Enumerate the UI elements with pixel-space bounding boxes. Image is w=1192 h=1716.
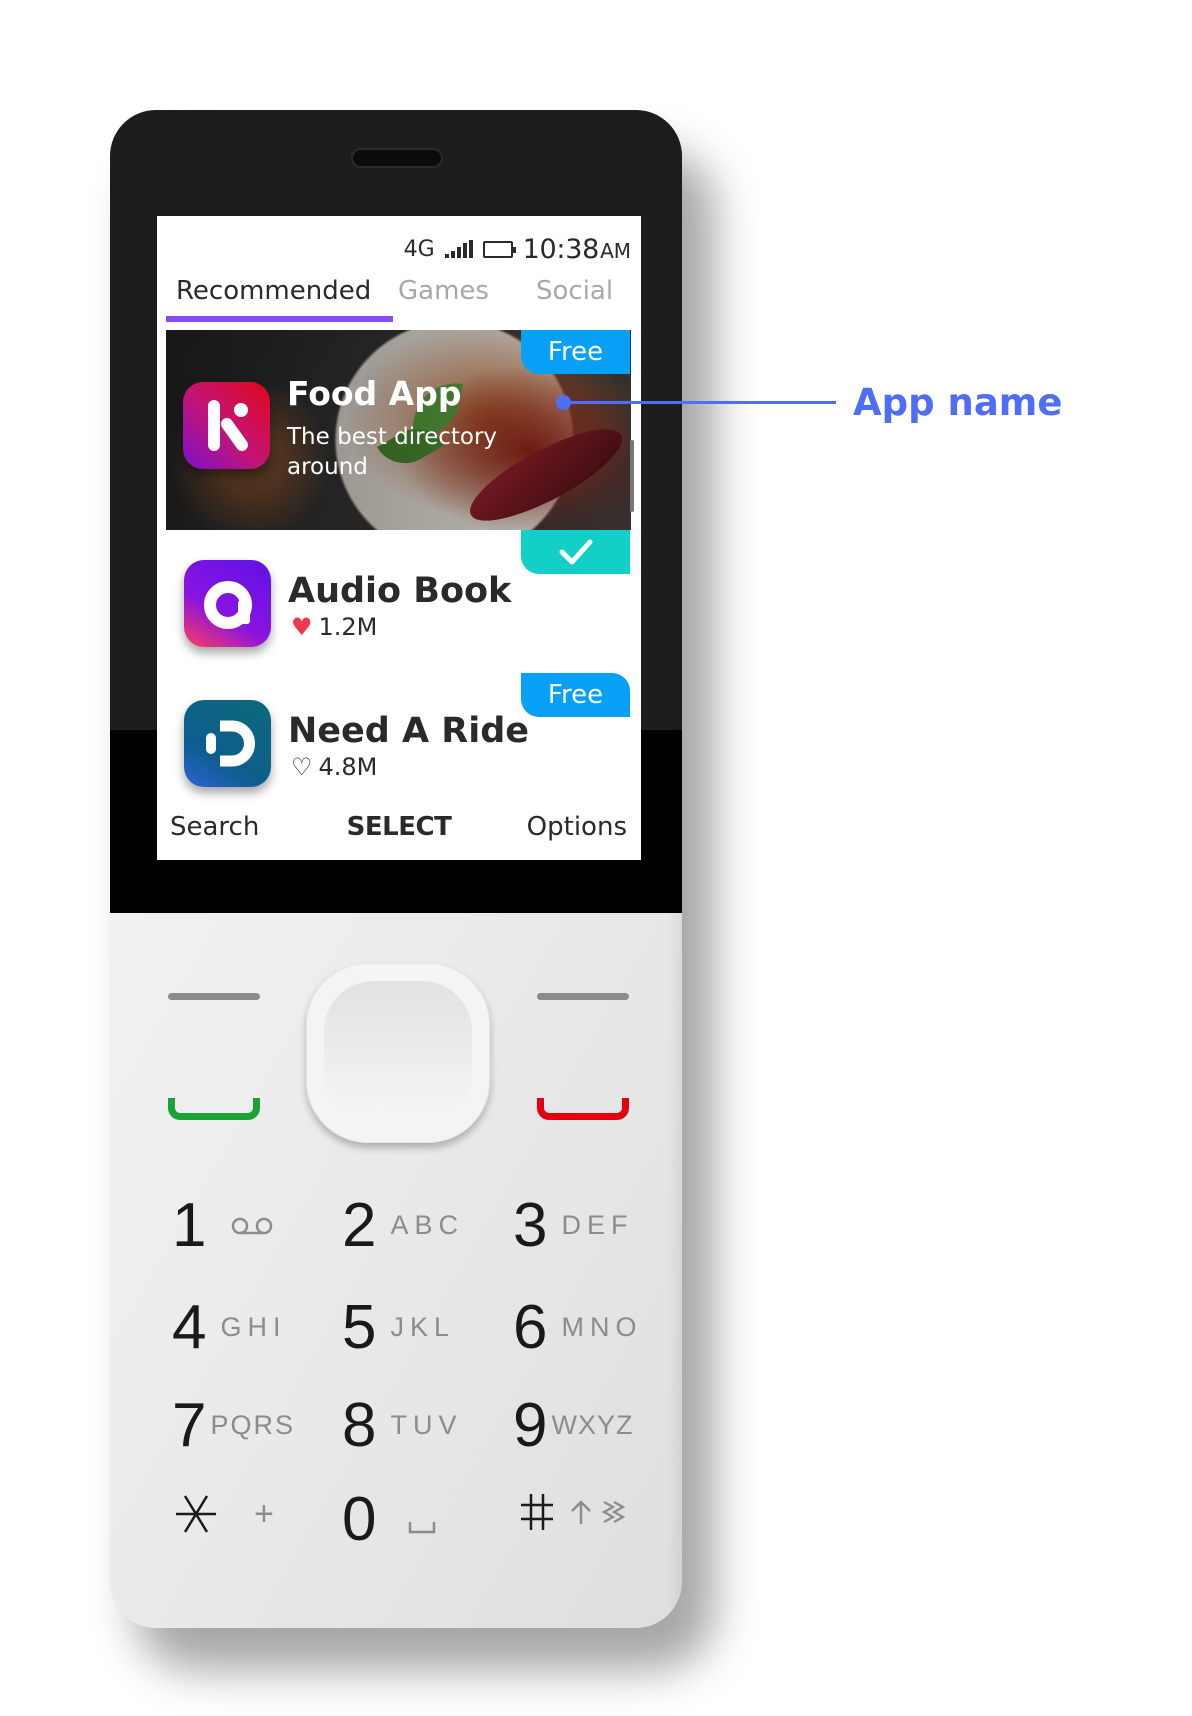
key-0[interactable]: 0 <box>342 1484 436 1555</box>
key-letters: GHI <box>220 1312 287 1342</box>
app-likes: ♥ 1.2M <box>291 613 377 641</box>
key-2[interactable]: 2 ABC <box>342 1190 464 1261</box>
hash-icon <box>521 1494 553 1530</box>
call-button[interactable] <box>168 1098 260 1120</box>
left-softkey-button[interactable] <box>168 993 260 1000</box>
key-digit: 3 <box>513 1191 548 1260</box>
key-star[interactable]: + <box>174 1492 280 1536</box>
key-digit: 2 <box>342 1191 377 1260</box>
key-letters: JKL <box>390 1312 456 1342</box>
input-mode-icon <box>601 1501 626 1523</box>
key-digit: 1 <box>172 1191 207 1260</box>
network-type: 4G <box>403 236 435 262</box>
softkey-bar: Search SELECT Options <box>157 812 641 852</box>
heart-filled-icon: ♥ <box>291 613 313 641</box>
feature-phone: 4G 10:38 AM Recommended Games Social Foo… <box>110 110 682 1628</box>
tab-games[interactable]: Games <box>398 276 489 306</box>
app-name: Audio Book <box>288 571 512 611</box>
key-digit: 9 <box>513 1391 548 1460</box>
shift-arrow-up-icon <box>571 1500 591 1524</box>
key-6[interactable]: 6 MNO <box>513 1292 642 1363</box>
app-likes: ♡ 4.8M <box>291 753 377 781</box>
key-letters: DEF <box>561 1210 634 1240</box>
key-digit: 0 <box>342 1485 377 1554</box>
key-8[interactable]: 8 TUV <box>342 1390 462 1461</box>
tab-recommended[interactable]: Recommended <box>176 276 371 306</box>
softkey-options[interactable]: Options <box>527 812 627 842</box>
key-letters: WXYZ <box>551 1410 634 1440</box>
key-hash[interactable] <box>519 1492 627 1532</box>
app-name: Need A Ride <box>288 711 530 751</box>
phone-screen: 4G 10:38 AM Recommended Games Social Foo… <box>157 216 641 860</box>
key-letters: PQRS <box>210 1410 296 1440</box>
need-a-ride-logo-icon <box>184 700 271 787</box>
key-digit: 5 <box>342 1293 377 1362</box>
featured-app-subtitle: The best directory around <box>287 424 498 480</box>
key-1[interactable]: 1 <box>172 1190 274 1261</box>
battery-full-icon <box>482 240 516 258</box>
audio-book-logo-icon <box>184 560 271 647</box>
likes-count: 4.8M <box>318 753 378 781</box>
annotation-dot <box>556 395 571 410</box>
likes-count: 1.2M <box>318 613 378 641</box>
annotation-label: App name <box>853 381 1063 424</box>
key-letters: MNO <box>561 1312 643 1342</box>
status-bar: 4G 10:38 AM <box>403 234 631 265</box>
key-digit: 4 <box>172 1293 207 1362</box>
checkmark-icon <box>559 539 592 565</box>
featured-app-name: Food App <box>287 374 462 413</box>
asterisk-icon <box>176 1495 216 1533</box>
free-badge: Free <box>521 330 630 374</box>
signal-bars-icon <box>444 240 473 258</box>
heart-outline-icon: ♡ <box>291 753 313 781</box>
key-9[interactable]: 9 WXYZ <box>513 1390 633 1461</box>
active-tab-indicator <box>166 316 393 322</box>
installed-badge <box>521 530 630 574</box>
voicemail-icon <box>232 1217 273 1234</box>
earpiece-speaker <box>353 150 441 166</box>
end-call-button[interactable] <box>537 1098 629 1120</box>
scrollbar[interactable] <box>630 440 634 512</box>
key-5[interactable]: 5 JKL <box>342 1292 455 1363</box>
key-3[interactable]: 3 DEF <box>513 1190 633 1261</box>
annotation-leader-line <box>563 401 836 404</box>
key-digit: 8 <box>342 1391 377 1460</box>
food-app-k-logo-icon <box>183 382 270 469</box>
dpad-center-button[interactable] <box>306 963 490 1143</box>
free-badge: Free <box>521 673 630 717</box>
key-digit: 6 <box>513 1293 548 1362</box>
right-softkey-button[interactable] <box>537 993 629 1000</box>
tab-social[interactable]: Social <box>536 276 613 306</box>
clock: 10:38 AM <box>523 234 631 265</box>
key-letters: TUV <box>390 1410 463 1440</box>
category-tabs: Recommended Games Social <box>166 276 636 322</box>
key-letters: ABC <box>390 1210 465 1240</box>
key-digit: 7 <box>172 1391 207 1460</box>
space-icon <box>409 1521 436 1533</box>
key-letters: + <box>254 1494 280 1533</box>
key-4[interactable]: 4 GHI <box>172 1292 287 1363</box>
key-7[interactable]: 7 PQRS <box>172 1390 295 1461</box>
clock-ampm: AM <box>600 238 631 263</box>
clock-time: 10:38 <box>522 233 600 265</box>
dpad-inner <box>324 981 472 1125</box>
